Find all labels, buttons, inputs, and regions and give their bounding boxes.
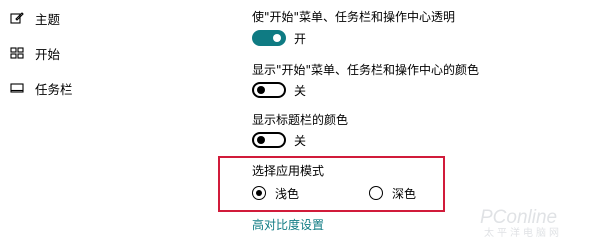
high-contrast-settings-link[interactable]: 高对比度设置 [252,216,324,233]
toggle-state-text: 关 [294,133,307,148]
light-radio-button[interactable] [252,186,266,200]
dark-radio-button[interactable] [369,186,383,200]
start-menu-icon [10,46,24,60]
svg-text:太平洋电脑网: 太平洋电脑网 [484,226,562,239]
sidebar-item-theme[interactable]: 主题 [10,9,60,27]
toggle-knob [257,136,265,144]
toggle-state-text: 关 [294,83,307,98]
show-titlebar-color-toggle-row[interactable]: 关 [252,130,306,150]
app-mode-title: 选择应用模式 [252,164,325,178]
show-titlebar-color-toggle[interactable] [252,132,286,148]
app-mode-dark-option[interactable]: 深色 [369,184,416,202]
pconline-watermark-logo: PConline 太平洋电脑网 [472,203,594,239]
light-option-label: 浅色 [275,186,300,201]
toggle-knob [257,86,265,94]
transparency-label: 使"开始"菜单、任务栏和操作中心透明 [252,10,456,24]
show-start-color-toggle[interactable] [252,82,286,98]
transparency-toggle-row[interactable]: 开 [252,28,306,48]
show-titlebar-color-label: 显示标题栏的颜色 [252,113,349,127]
dark-option-label: 深色 [392,186,417,201]
sidebar-item-label: 主题 [35,11,61,27]
toggle-state-text: 开 [294,31,307,46]
toggle-knob [273,34,281,42]
show-start-color-toggle-row[interactable]: 关 [252,80,306,100]
show-start-color-label: 显示"开始"菜单、任务栏和操作中心的颜色 [252,63,480,77]
app-mode-light-option[interactable]: 浅色 [252,184,299,202]
sidebar-item-label: 任务栏 [35,81,73,97]
theme-brush-icon [10,11,24,25]
sidebar-item-start[interactable]: 开始 [10,44,60,62]
transparency-toggle[interactable] [252,30,286,46]
taskbar-icon [10,81,24,95]
sidebar-item-label: 开始 [35,46,61,62]
sidebar-item-taskbar[interactable]: 任务栏 [10,79,73,97]
svg-text:PConline: PConline [480,207,557,228]
